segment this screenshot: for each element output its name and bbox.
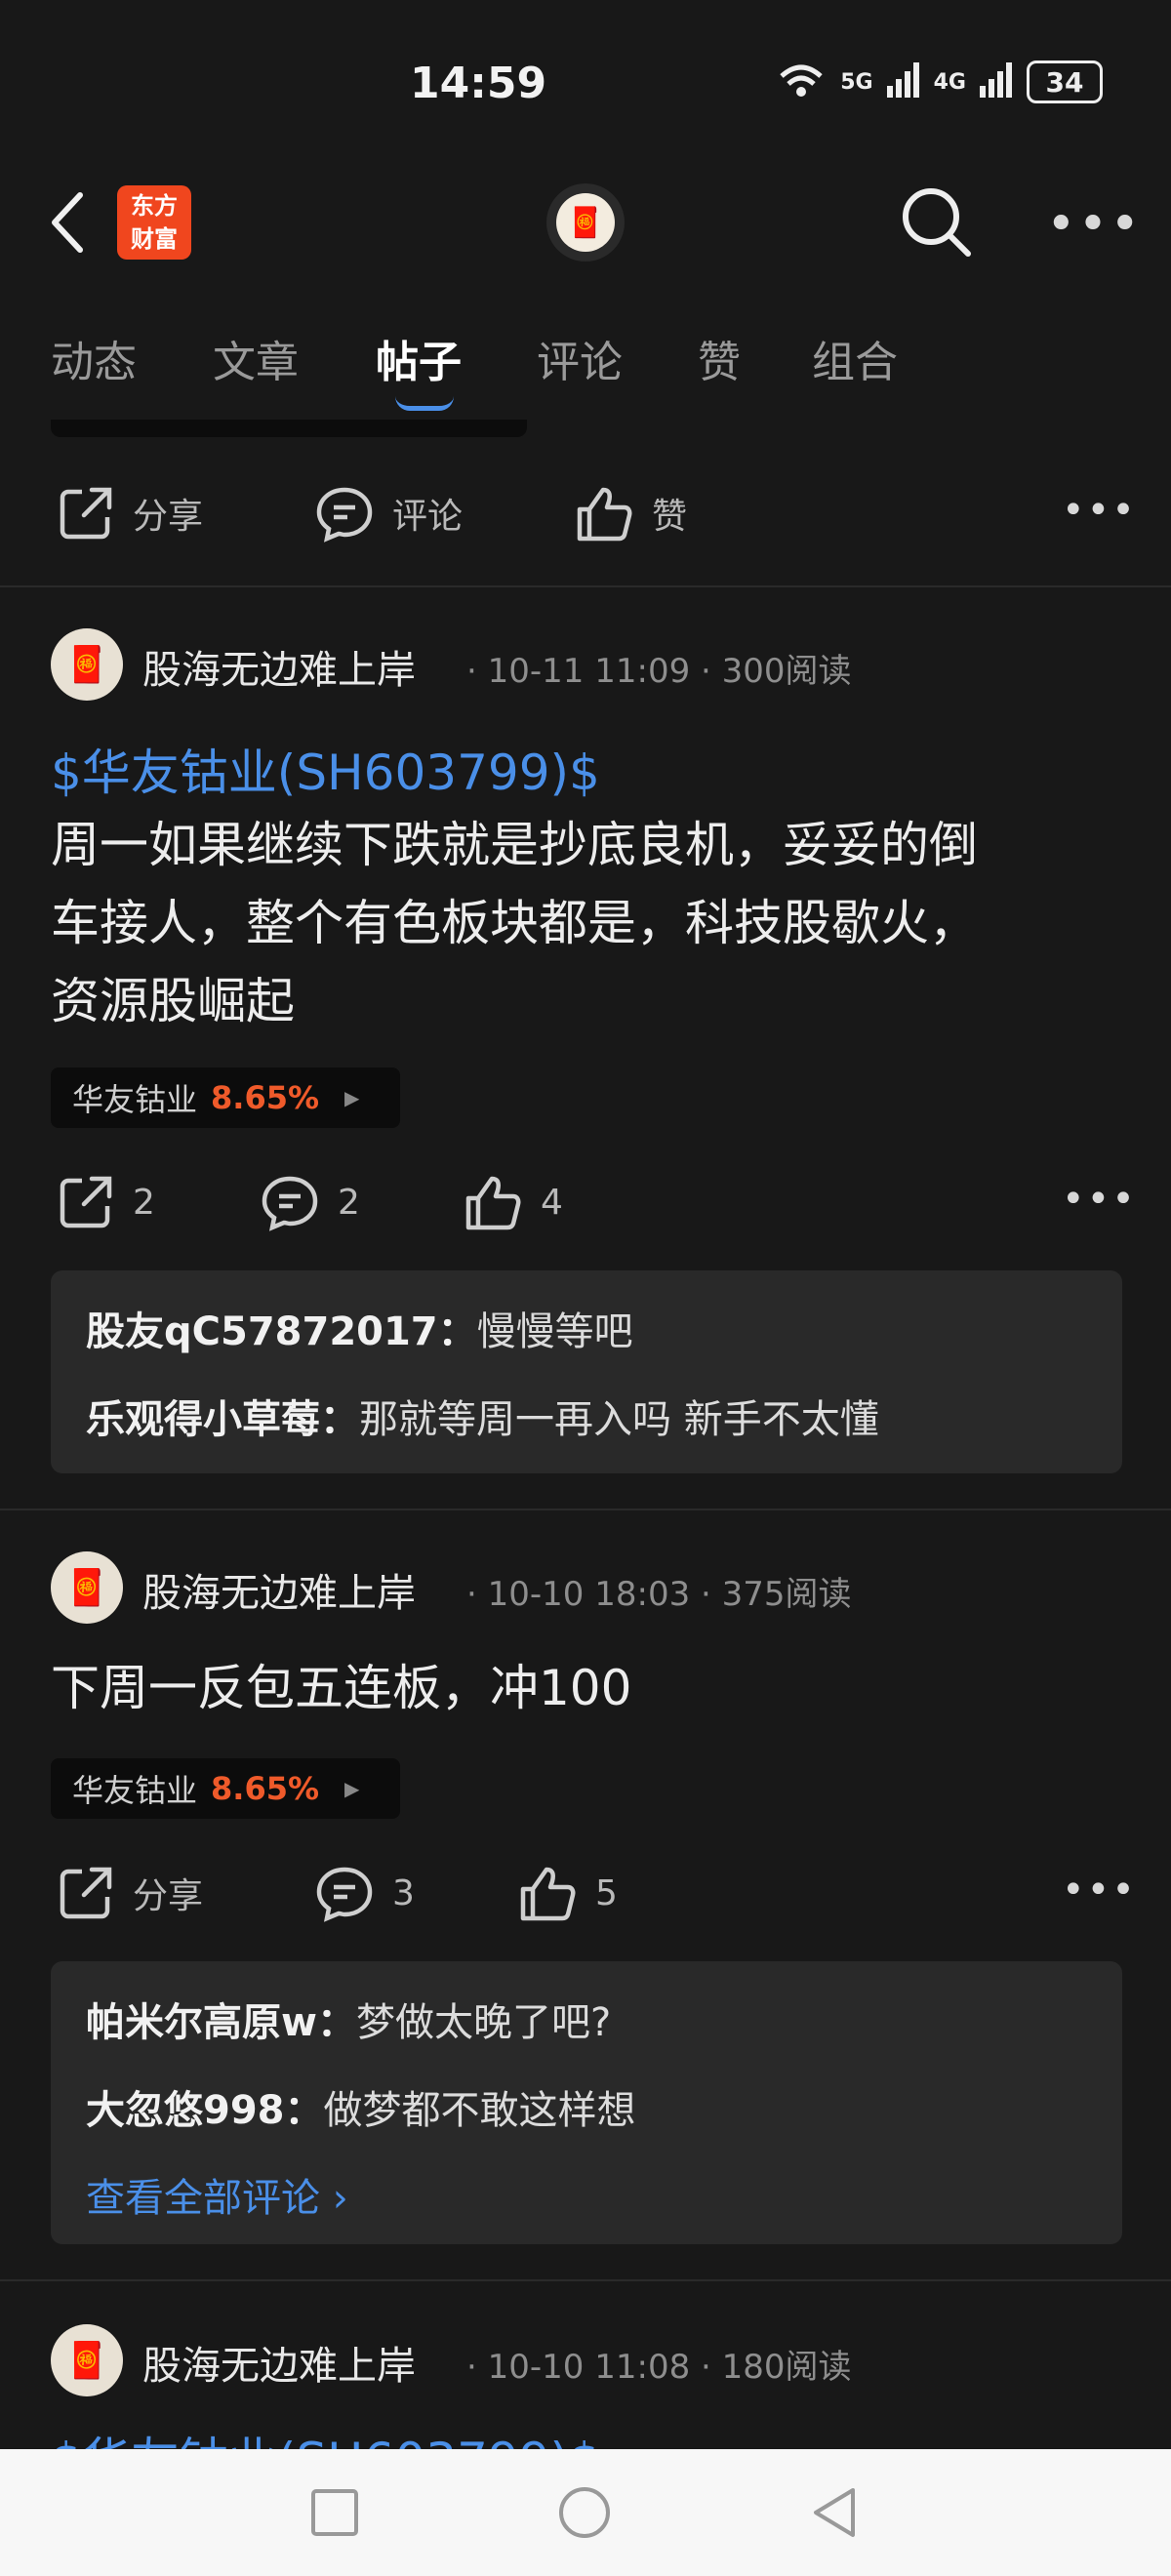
thumbs-up-icon (520, 1867, 576, 1921)
recent-apps-button[interactable] (310, 2488, 359, 2541)
signal-icon (980, 62, 1013, 101)
author-name[interactable]: 股海无边难上岸 (142, 638, 416, 695)
square-icon (311, 2489, 358, 2536)
stock-link[interactable]: $华友钴业(SH603799)$ (51, 2422, 600, 2449)
comment-line: 大忽悠998：做梦都不敢这样想 (86, 2088, 636, 2133)
wifi-icon (776, 60, 827, 103)
author-avatar[interactable]: 🧧 (51, 1551, 123, 1624)
search-button[interactable] (898, 183, 976, 265)
comment-line: 股友qC57872017：慢慢等吧 (86, 1309, 633, 1354)
stock-link[interactable]: $华友钴业(SH603799)$ (51, 734, 600, 804)
share-button[interactable]: 2 (57, 1173, 155, 1231)
comment-icon (316, 487, 373, 543)
search-icon (903, 188, 971, 257)
user-avatar[interactable]: 🧧 (546, 183, 625, 262)
share-icon (60, 1867, 112, 1919)
comment-icon (262, 1176, 318, 1231)
divider (0, 1509, 1171, 1510)
comment-icon (316, 1867, 373, 1922)
stock-link-clip: $华友钴业(SH603799)$ (51, 2420, 1171, 2449)
author-name[interactable]: 股海无边难上岸 (142, 1561, 416, 1618)
author-avatar[interactable]: 🧧 (51, 628, 123, 701)
tab-likes[interactable]: 赞 (698, 327, 741, 389)
network-label-1: 5G (840, 69, 873, 95)
share-button[interactable]: 分享 (57, 1864, 203, 1922)
app-logo: 东方 财富 (117, 185, 191, 260)
post-meta: · 10-10 11:08 · 180阅读 (466, 2348, 852, 2387)
tab-posts[interactable]: 帖子 (376, 327, 462, 389)
signal-icon (886, 62, 920, 101)
share-button[interactable]: 分享 (57, 484, 203, 543)
post-body[interactable]: 周一如果继续下跌就是抄底良机，妥妥的倒 车接人，整个有色板块都是，科技股歇火， … (51, 806, 1134, 1040)
comment-line: 乐观得小草莓：那就等周一再入吗 新手不太懂 (86, 1397, 879, 1442)
thumbs-up-icon (465, 1176, 521, 1230)
battery-indicator: 34 (1027, 60, 1103, 103)
post-meta: · 10-10 18:03 · 375阅读 (466, 1575, 852, 1614)
like-button[interactable]: 赞 (574, 484, 687, 543)
post-body[interactable]: 下周一反包五连板，冲100 (51, 1649, 1134, 1727)
play-arrow-icon: ▶ (344, 1086, 360, 1109)
author-name[interactable]: 股海无边难上岸 (142, 2334, 416, 2391)
like-button[interactable]: 4 (463, 1173, 563, 1231)
post-more-button[interactable]: ••• (1062, 488, 1137, 533)
status-time: 14:59 (410, 59, 547, 108)
home-button[interactable] (558, 2486, 611, 2543)
play-arrow-icon: ▶ (344, 1777, 360, 1800)
share-icon (60, 487, 112, 540)
like-button[interactable]: 5 (517, 1864, 618, 1922)
comment-preview-box[interactable]: 股友qC57872017：慢慢等吧 乐观得小草莓：那就等周一再入吗 新手不太懂 (51, 1270, 1122, 1473)
tab-comments[interactable]: 评论 (537, 327, 623, 389)
thumbs-up-icon (577, 487, 632, 542)
triangle-back-icon (814, 2488, 855, 2537)
tab-portfolio[interactable]: 组合 (812, 327, 898, 389)
back-arrow-icon (52, 192, 83, 253)
view-all-comments-link[interactable]: 查看全部评论 › (86, 2166, 348, 2223)
avatar-image: 🧧 (556, 193, 615, 252)
author-avatar[interactable]: 🧧 (51, 2324, 123, 2396)
comment-button[interactable]: 评论 (314, 484, 463, 543)
network-label-2: 4G (933, 69, 966, 95)
post-meta: · 10-11 11:09 · 300阅读 (466, 652, 852, 691)
back-button[interactable] (49, 191, 88, 258)
previous-post-chip (51, 420, 527, 437)
stock-chip[interactable]: 华友钴业 8.65% ▶ (51, 1758, 400, 1819)
post-more-button[interactable]: ••• (1062, 1868, 1137, 1912)
back-nav-button[interactable] (810, 2486, 859, 2543)
system-navigation-bar (0, 2449, 1171, 2576)
divider (0, 585, 1171, 587)
active-tab-indicator (395, 396, 454, 411)
circle-icon (559, 2487, 610, 2538)
tab-articles[interactable]: 文章 (213, 327, 299, 389)
comment-button[interactable]: 3 (314, 1864, 415, 1922)
comment-line: 帕米尔高原w：梦做太晚了吧? (86, 2000, 612, 2045)
more-menu-button[interactable]: ••• (1046, 195, 1142, 254)
share-icon (60, 1176, 112, 1228)
tab-dynamic[interactable]: 动态 (51, 327, 137, 389)
post-more-button[interactable]: ••• (1062, 1177, 1137, 1222)
comment-button[interactable]: 2 (260, 1173, 360, 1231)
divider (0, 2279, 1171, 2281)
stock-chip[interactable]: 华友钴业 8.65% ▶ (51, 1067, 400, 1128)
comment-preview-box[interactable]: 帕米尔高原w：梦做太晚了吧? 大忽悠998：做梦都不敢这样想 查看全部评论 › (51, 1961, 1122, 2244)
status-icons: 5G 4G 34 (776, 60, 1103, 103)
